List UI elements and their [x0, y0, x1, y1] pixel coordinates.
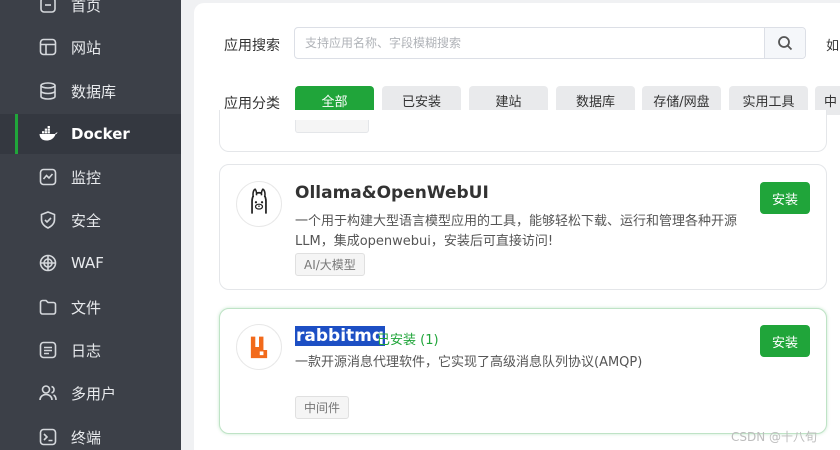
sidebar-item-label: Docker	[71, 125, 130, 143]
database-icon	[38, 81, 58, 101]
shield-icon	[38, 210, 58, 230]
home-icon	[38, 0, 58, 15]
install-button[interactable]: 安装	[760, 325, 810, 357]
app-card-partial	[219, 110, 827, 152]
sidebar-item-label: 文件	[71, 298, 102, 317]
sidebar-item-label: 数据库	[71, 82, 117, 101]
app-description: 一款开源消息代理软件，它实现了高级消息队列协议(AMQP)	[295, 355, 643, 370]
sidebar-item-label: WAF	[71, 254, 104, 272]
sidebar-item-database[interactable]: 数据库	[0, 71, 181, 111]
search-button[interactable]	[764, 28, 805, 58]
sidebar-item-home[interactable]: 首页	[0, 0, 181, 25]
app-card-ollama[interactable]: Ollama&OpenWebUI 一个用于构建大型语言模型应用的工具，能够轻松下…	[219, 164, 827, 290]
install-button[interactable]: 安装	[760, 182, 810, 214]
app-card-rabbitmq[interactable]: rabbitmq 已安装 (1) 一款开源消息代理软件，它实现了高级消息队列协议…	[219, 308, 827, 434]
installed-status-badge: 已安装 (1)	[377, 333, 439, 348]
sidebar-item-users[interactable]: 多用户	[0, 373, 181, 413]
sidebar-item-label: 日志	[71, 341, 102, 360]
app-name: Ollama&OpenWebUI	[295, 183, 489, 203]
app-description: 一个用于构建大型语言模型应用的工具，能够轻松下载、运行和管理各种开源 LLM，集…	[295, 214, 738, 249]
search-input[interactable]	[295, 28, 765, 58]
app-tag[interactable]: 中间件	[295, 396, 350, 419]
terminal-icon	[38, 427, 58, 447]
sidebar-item-logs[interactable]: 日志	[0, 330, 181, 370]
sidebar-item-docker[interactable]: Docker	[0, 114, 181, 154]
watermark: CSDN @十八旬	[731, 430, 818, 444]
sidebar: 首页 网站 数据库 Docker 监控 安全 WAF 文件 日志 多用户 终端	[0, 0, 181, 450]
folder-icon	[38, 297, 58, 317]
sidebar-item-monitor[interactable]: 监控	[0, 157, 181, 197]
sidebar-item-label: 多用户	[71, 384, 117, 403]
sidebar-item-label: 网站	[71, 38, 102, 57]
app-name: rabbitmq	[295, 326, 386, 346]
log-icon	[38, 340, 58, 360]
website-icon	[38, 37, 58, 57]
ollama-logo-icon	[236, 181, 282, 227]
monitor-icon	[38, 167, 58, 187]
users-icon	[38, 383, 58, 403]
sidebar-item-label: 监控	[71, 168, 102, 187]
search-box	[294, 27, 806, 59]
search-icon	[778, 36, 793, 51]
sidebar-item-security[interactable]: 安全	[0, 200, 181, 240]
search-label: 应用搜索	[224, 38, 280, 54]
search-hint-text: 如	[826, 39, 840, 54]
sidebar-item-waf[interactable]: WAF	[0, 243, 181, 283]
rabbitmq-logo-icon	[236, 324, 282, 370]
sidebar-item-website[interactable]: 网站	[0, 27, 181, 67]
waf-icon	[38, 253, 58, 273]
sidebar-item-label: 安全	[71, 211, 102, 230]
sidebar-item-label: 终端	[71, 428, 102, 447]
docker-icon	[38, 124, 58, 144]
app-tag-partial	[295, 120, 369, 133]
app-tag[interactable]: AI/大模型	[295, 253, 365, 276]
sidebar-item-terminal[interactable]: 终端	[0, 417, 181, 450]
sidebar-item-label: 首页	[71, 0, 102, 15]
sidebar-item-files[interactable]: 文件	[0, 287, 181, 327]
